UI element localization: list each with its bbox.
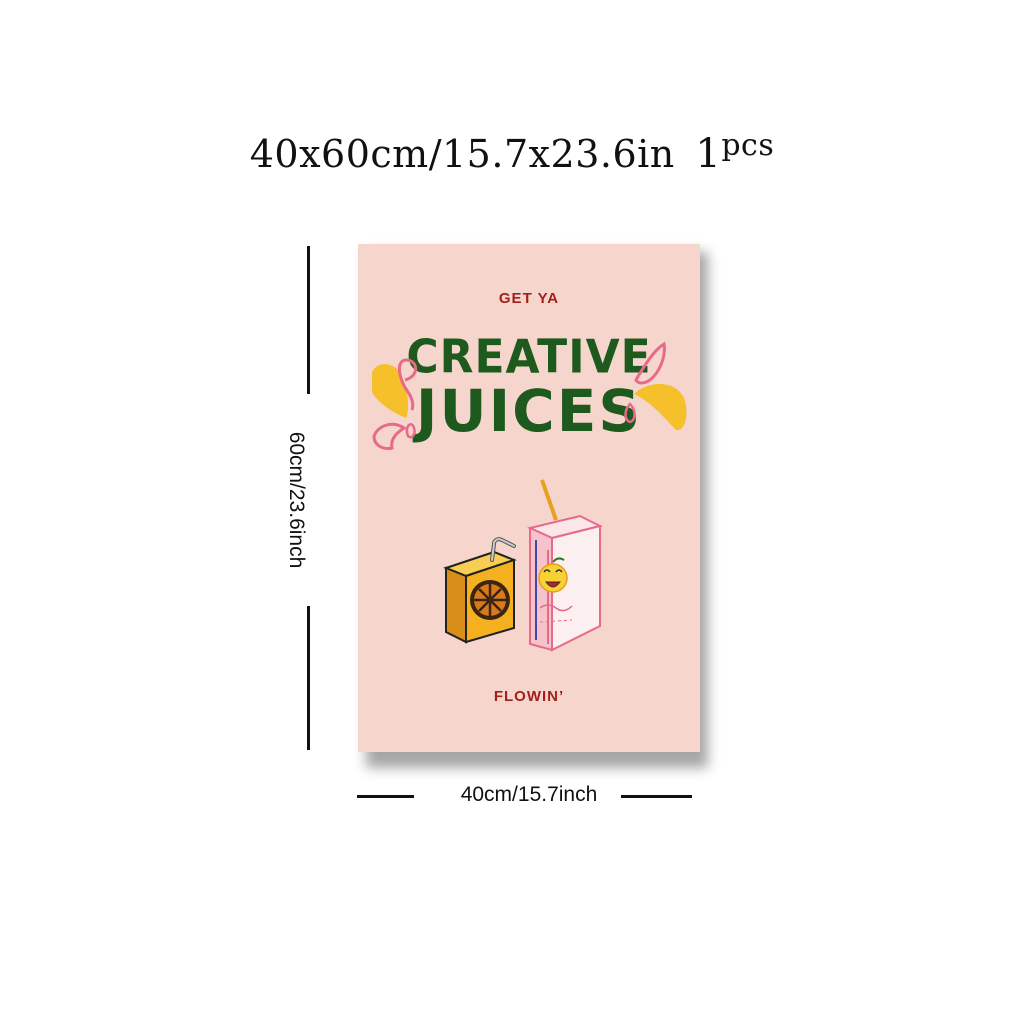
- orange-juice-box-icon: [443, 537, 517, 644]
- yellow-splash-left-icon: [372, 364, 409, 418]
- pink-splash-left-lower-icon: [372, 422, 407, 450]
- pink-drop-left-icon: [405, 423, 416, 439]
- yellow-splash-right-icon: [634, 383, 687, 431]
- pink-splash-right-upper-icon: [634, 341, 666, 385]
- pink-juice-carton-icon: [526, 479, 603, 652]
- pink-drop-right-icon: [624, 402, 636, 424]
- poster-illustrations: [372, 341, 687, 652]
- width-dimension-label: 40cm/15.7inch: [460, 783, 598, 806]
